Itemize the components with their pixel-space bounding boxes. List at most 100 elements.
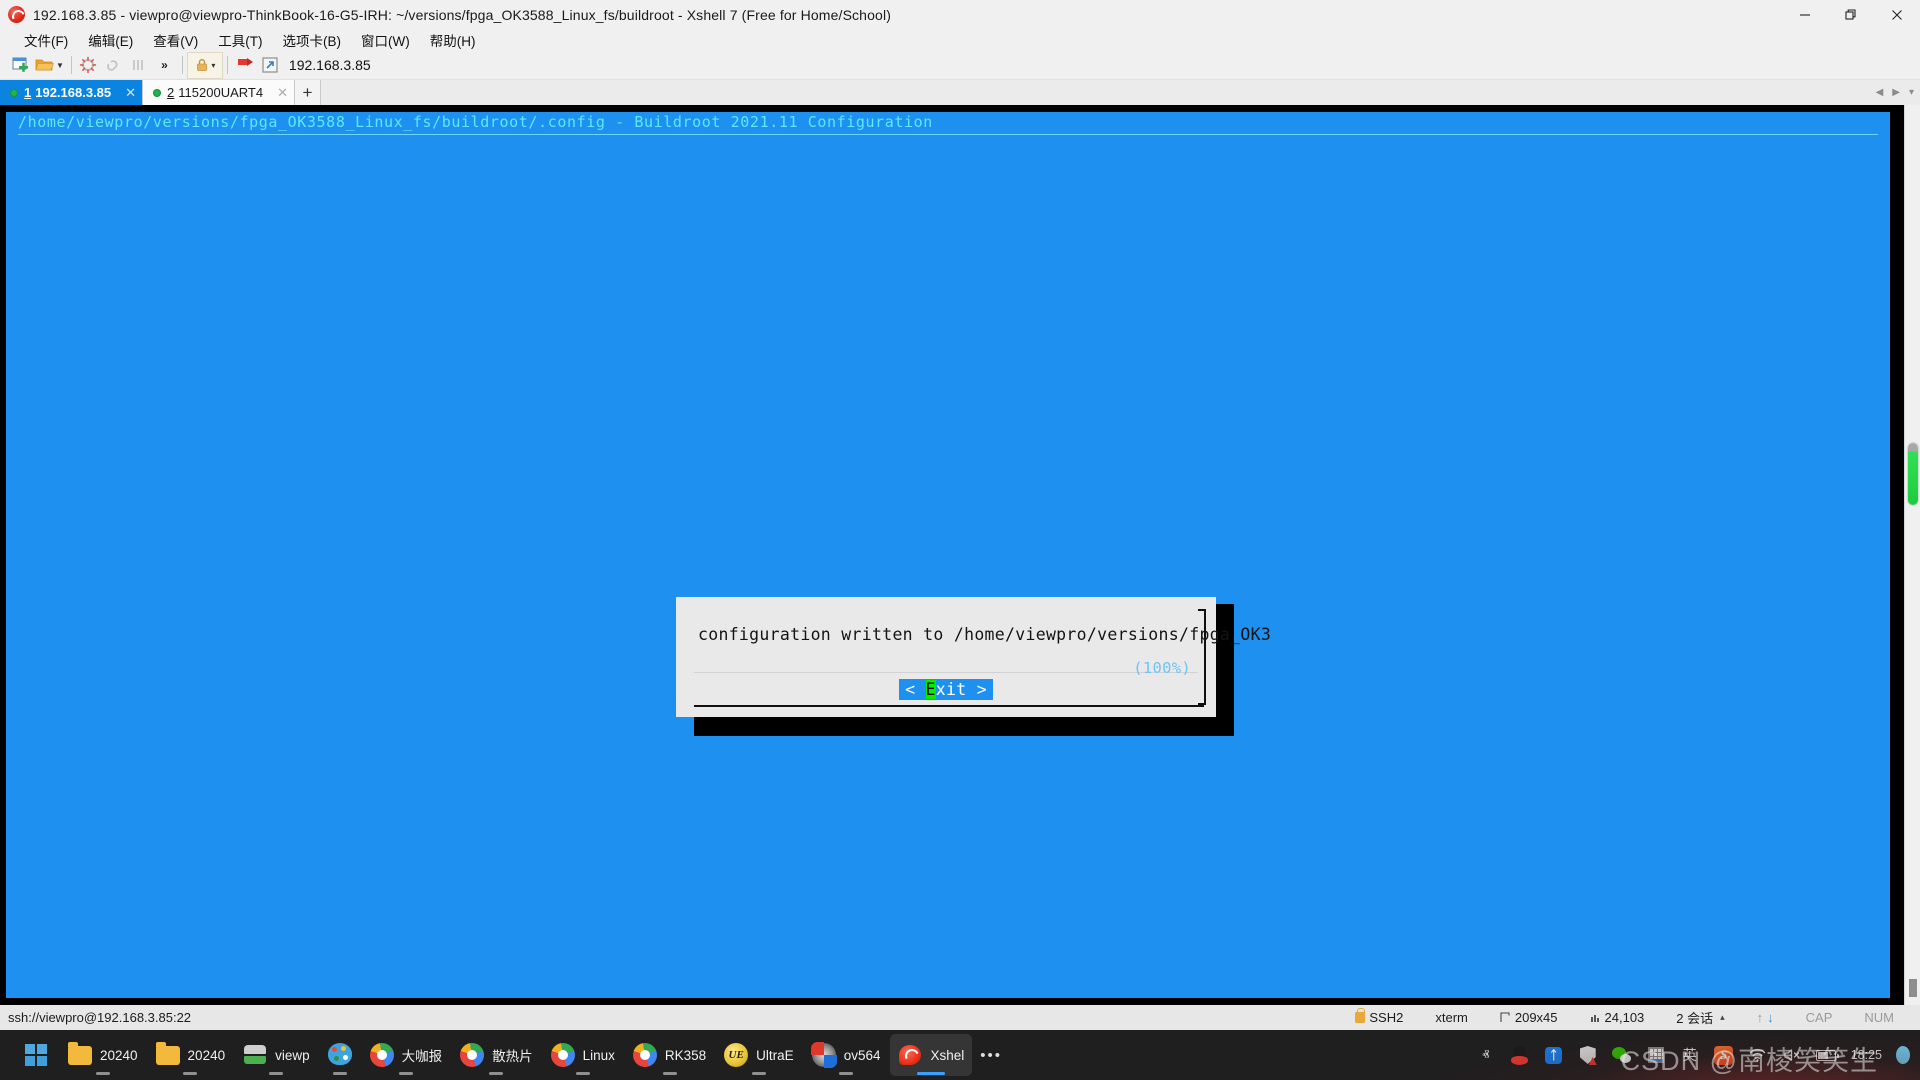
- wifi-icon[interactable]: [1743, 1036, 1773, 1074]
- toolbar-overflow-icon[interactable]: »: [152, 53, 177, 78]
- taskbar-item-label: 大咖报: [401, 1049, 443, 1064]
- windows-logo-icon: [24, 1043, 48, 1067]
- disconnect-icon[interactable]: [77, 53, 102, 78]
- running-indicator: [183, 1072, 198, 1075]
- taskbar-item-sanrepian[interactable]: 散热片: [452, 1034, 541, 1076]
- scrollbar-thumb[interactable]: [1908, 443, 1918, 505]
- tab-session-1[interactable]: 1 192.168.3.85 ✕: [0, 80, 144, 105]
- wechat-icon[interactable]: [1607, 1036, 1637, 1074]
- quick-connect-address[interactable]: 192.168.3.85: [289, 57, 371, 73]
- tab-bar: 1 192.168.3.85 ✕ 2 115200UART4 ✕ + ◀ ▶ ▾: [0, 80, 1920, 105]
- terminal-scrollbar[interactable]: [1904, 105, 1920, 1005]
- taskbar-item-xshell[interactable]: Xshel: [890, 1034, 973, 1076]
- exit-button-suffix: >: [966, 680, 987, 699]
- exit-button-prefix: <: [905, 680, 926, 699]
- status-right-group: SSH2 xterm 209x45 24,103 2 会话 ▴ ↑ ↓ CAP …: [1339, 1008, 1920, 1027]
- protocol-label: SSH2: [1369, 1010, 1404, 1025]
- tab-next-icon[interactable]: ▶: [1892, 87, 1900, 98]
- taskbar-item-linux[interactable]: Linux: [543, 1034, 623, 1076]
- chrome-icon: [550, 1043, 575, 1067]
- sogou-input-icon[interactable]: S: [1709, 1036, 1739, 1074]
- status-bar: ssh://viewpro@192.168.3.85:22 SSH2 xterm…: [0, 1005, 1920, 1030]
- grid-app-icon[interactable]: [1641, 1036, 1671, 1074]
- taskbar-item-ultraedit[interactable]: UE UltraE: [716, 1034, 802, 1076]
- columns-icon[interactable]: [127, 53, 152, 78]
- taskbar-item-label: UltraE: [756, 1047, 794, 1063]
- menu-window[interactable]: 窗口(W): [351, 28, 420, 52]
- quick-connect-icon[interactable]: [258, 53, 283, 78]
- screen-size-cell: 209x45: [1484, 1010, 1574, 1025]
- start-button[interactable]: [14, 1034, 58, 1076]
- menu-file[interactable]: 文件(F): [14, 28, 78, 52]
- toolbar-separator: [70, 56, 72, 74]
- tab-index: 1: [24, 85, 32, 100]
- menu-tools[interactable]: 工具(T): [208, 28, 272, 52]
- session-count-cell[interactable]: 2 会话 ▴: [1660, 1008, 1740, 1027]
- lock-caret-icon[interactable]: ▾: [211, 61, 215, 70]
- lock-icon: [1355, 1008, 1366, 1023]
- minimize-button[interactable]: [1782, 0, 1828, 29]
- ime-mode-indicator[interactable]: 英: [1675, 1036, 1705, 1074]
- session-expand-icon[interactable]: ▴: [1720, 1012, 1725, 1023]
- new-session-icon[interactable]: [8, 53, 33, 78]
- taskbar-item-viewp[interactable]: viewp: [235, 1034, 318, 1076]
- menu-help[interactable]: 帮助(H): [420, 28, 486, 52]
- open-folder-caret-icon[interactable]: ▼: [56, 61, 64, 70]
- tab-prev-icon[interactable]: ◀: [1876, 87, 1884, 98]
- paint-icon: [327, 1043, 352, 1067]
- taskbar-item-label: ov564: [843, 1047, 881, 1063]
- tab-session-2[interactable]: 2 115200UART4 ✕: [143, 80, 295, 105]
- ultraedit-icon: UE: [724, 1043, 749, 1067]
- xshell-icon: [898, 1043, 922, 1067]
- tab-list-icon[interactable]: ▾: [1909, 87, 1914, 98]
- taskbar-clock[interactable]: 18:25: [1845, 1048, 1892, 1063]
- scrollbar-bottom-marker[interactable]: [1909, 979, 1917, 997]
- tab-close-icon[interactable]: ✕: [277, 85, 288, 101]
- send-to-all-icon[interactable]: [233, 53, 258, 78]
- bluetooth-icon[interactable]: ᛏ: [1539, 1036, 1569, 1074]
- taskbar-item-label: viewp: [275, 1047, 310, 1063]
- taskbar-item-label: 20240: [187, 1047, 226, 1063]
- menu-view[interactable]: 查看(V): [143, 28, 208, 52]
- battery-charging-icon[interactable]: [1811, 1036, 1841, 1074]
- volume-muted-icon[interactable]: [1777, 1036, 1807, 1074]
- dialog-message: configuration written to /home/viewpro/v…: [698, 625, 1272, 644]
- terminal-screen[interactable]: /home/viewpro/versions/fpga_OK3588_Linux…: [6, 112, 1890, 998]
- config-written-dialog[interactable]: configuration written to /home/viewpro/v…: [676, 597, 1271, 717]
- buildroot-config-header: /home/viewpro/versions/fpga_OK3588_Linux…: [18, 113, 933, 131]
- folder-icon: [68, 1042, 92, 1067]
- taskbar-item-label: Xshel: [930, 1047, 965, 1063]
- lock-session-icon[interactable]: ▾: [186, 51, 223, 79]
- link-icon[interactable]: [102, 53, 127, 78]
- notification-bubble-icon[interactable]: [1896, 1046, 1910, 1064]
- taskbar-item-folder-2[interactable]: 20240: [148, 1034, 234, 1076]
- new-tab-button[interactable]: +: [295, 80, 321, 105]
- taskbar-item-rk358[interactable]: RK358: [625, 1034, 714, 1076]
- running-indicator: [839, 1072, 854, 1075]
- taskbar-items: 20240 20240 viewp 大咖报 散热片 Linux RK358 UE…: [0, 1034, 1008, 1076]
- close-button[interactable]: [1874, 0, 1920, 29]
- taskbar-item-ov564[interactable]: ov564: [804, 1034, 889, 1076]
- taskbar-overflow-icon[interactable]: •••: [974, 1047, 1008, 1064]
- qq-icon[interactable]: [1505, 1036, 1535, 1074]
- menu-tabs[interactable]: 选项卡(B): [273, 28, 352, 52]
- running-indicator: [662, 1072, 677, 1075]
- dialog-bottom-rule: [694, 705, 1204, 707]
- running-indicator: [332, 1072, 347, 1075]
- cursor-position-icon: [1590, 1015, 1599, 1022]
- taskbar-item-folder-1[interactable]: 20240: [60, 1034, 146, 1076]
- chrome-icon: [632, 1043, 657, 1067]
- upload-icon: ↑: [1756, 1010, 1764, 1025]
- security-shield-icon[interactable]: [1573, 1036, 1603, 1074]
- dialog-button-row: < Exit >: [676, 679, 1216, 700]
- taskbar-item-paint[interactable]: [320, 1034, 360, 1076]
- tab-close-icon[interactable]: ✕: [125, 85, 136, 101]
- open-folder-icon[interactable]: ▼: [33, 53, 66, 78]
- title-bar: 192.168.3.85 - viewpro@viewpro-ThinkBook…: [0, 0, 1920, 29]
- folder-icon: [155, 1042, 180, 1067]
- taskbar-item-daka[interactable]: 大咖报: [362, 1034, 451, 1076]
- tray-expand-icon[interactable]: ⱏ: [1471, 1036, 1501, 1074]
- menu-edit[interactable]: 编辑(E): [78, 28, 143, 52]
- exit-button[interactable]: < Exit >: [899, 679, 993, 700]
- restore-button[interactable]: [1828, 0, 1874, 29]
